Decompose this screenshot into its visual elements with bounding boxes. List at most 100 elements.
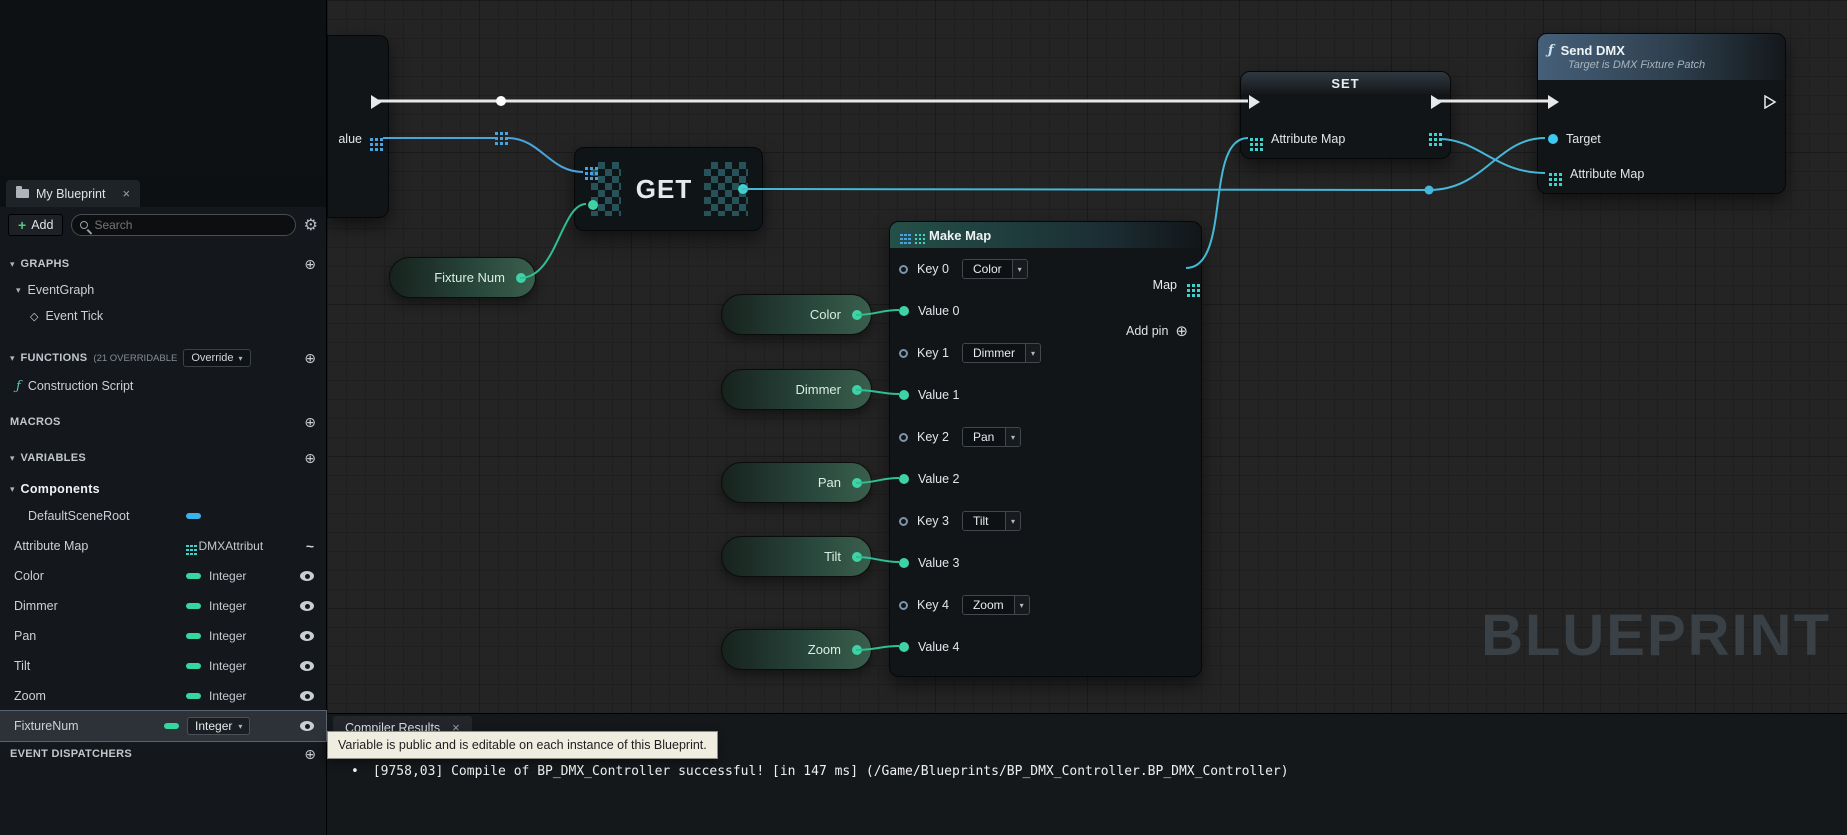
output-pin[interactable] [852, 478, 862, 488]
visibility-eye-icon[interactable] [300, 661, 314, 671]
add-event-dispatcher-button[interactable]: ⊕ [304, 746, 316, 763]
variable-row-fixturenum[interactable]: FixtureNum Integer ▾ [0, 711, 326, 741]
key-input-pin[interactable] [899, 601, 908, 610]
key-enum-dropdown[interactable]: Dimmer ▾ [962, 343, 1041, 363]
variable-row-zoom[interactable]: Zoom Integer [0, 681, 326, 711]
components-category-header[interactable]: ▾ Components [0, 477, 326, 501]
output-pin[interactable] [852, 385, 862, 395]
add-variable-button[interactable]: ⊕ [304, 450, 316, 467]
reroute-struct-pin[interactable] [495, 132, 498, 135]
add-pin-button[interactable]: Add pin ⊕ [1126, 322, 1188, 340]
exec-in-pin[interactable] [1548, 95, 1559, 109]
sidebar-item-construction-script[interactable]: ƒ Construction Script [0, 373, 326, 399]
attribute-map-input[interactable]: Attribute Map [1250, 131, 1345, 147]
collapse-arrow-icon[interactable]: ▾ [16, 285, 21, 296]
value-out-pin[interactable]: alue [338, 131, 383, 147]
variable-row-color[interactable]: Color Integer [0, 561, 326, 591]
key-enum-dropdown[interactable]: Pan ▾ [962, 427, 1021, 447]
output-pin[interactable] [852, 310, 862, 320]
add-graph-button[interactable]: ⊕ [304, 256, 316, 273]
tab-my-blueprint[interactable]: My Blueprint × [6, 180, 140, 207]
component-row-defaultsceneroot[interactable]: DefaultSceneRoot [0, 501, 326, 531]
variable-row-dimmer[interactable]: Dimmer Integer [0, 591, 326, 621]
variable-row-attribute-map[interactable]: Attribute Map DMXAttribut ~ [0, 531, 326, 561]
send-dmx-node[interactable]: ƒ Send DMX Target is DMX Fixture Patch T… [1537, 33, 1786, 194]
value-input-pin[interactable] [899, 474, 909, 484]
exec-in-pin[interactable] [1249, 95, 1260, 109]
macros-section-header[interactable]: MACROS ⊕ [0, 409, 326, 435]
key-input-pin[interactable] [899, 433, 908, 442]
collapse-arrow-icon[interactable]: ▾ [10, 484, 15, 495]
map-input-pin[interactable] [1250, 138, 1253, 141]
visibility-eye-icon[interactable] [300, 691, 314, 701]
array-get-node[interactable]: GET [574, 147, 763, 231]
value-input-pin[interactable] [899, 642, 909, 652]
output-pin[interactable] [852, 552, 862, 562]
add-button[interactable]: + Add [8, 214, 63, 236]
key-enum-dropdown[interactable]: Zoom ▾ [962, 595, 1030, 615]
map-output-pin[interactable] [1429, 133, 1432, 136]
map-output[interactable]: Map [1153, 278, 1190, 292]
add-function-button[interactable]: ⊕ [304, 350, 316, 367]
variable-node-zoom[interactable]: Zoom [721, 629, 872, 670]
output-pin[interactable] [852, 645, 862, 655]
exec-out-pin[interactable] [1431, 95, 1442, 109]
plus-icon: + [18, 220, 26, 230]
add-macro-button[interactable]: ⊕ [304, 414, 316, 431]
key-input-pin[interactable] [899, 265, 908, 274]
index-input-pin[interactable] [588, 200, 598, 210]
value-input-pin[interactable] [899, 390, 909, 400]
variable-node-pan[interactable]: Pan [721, 462, 872, 503]
element-output-pin[interactable] [738, 184, 748, 194]
key-input-pin[interactable] [899, 349, 908, 358]
close-icon[interactable]: × [122, 186, 130, 201]
event-dispatchers-section-header[interactable]: EVENT DISPATCHERS ⊕ [0, 741, 326, 767]
value-input-pin[interactable] [899, 558, 909, 568]
visibility-eye-icon[interactable] [300, 721, 314, 731]
array-input-pin[interactable] [585, 167, 588, 170]
sidebar-item-event-tick[interactable]: ◇ Event Tick [0, 303, 326, 329]
log-bullet-icon: • [351, 764, 359, 779]
visibility-eye-icon[interactable] [300, 571, 314, 581]
variable-row-pan[interactable]: Pan Integer [0, 621, 326, 651]
set-attribute-map-node[interactable]: SET Attribute Map [1240, 71, 1451, 159]
visibility-eye-icon[interactable] [300, 631, 314, 641]
variable-node-tilt[interactable]: Tilt [721, 536, 872, 577]
integer-type-icon [164, 723, 179, 729]
target-input[interactable]: Target [1548, 131, 1601, 147]
object-input-pin[interactable] [1548, 134, 1558, 144]
blueprint-graph-canvas[interactable]: BLUEPRINT alue [327, 0, 1847, 713]
search-box[interactable] [71, 214, 295, 236]
collapse-arrow-icon[interactable]: ▾ [10, 353, 15, 364]
map-output-pin[interactable] [1187, 284, 1190, 287]
attribute-map-input[interactable]: Attribute Map [1549, 166, 1644, 182]
sidebar-item-eventgraph[interactable]: ▾ EventGraph [0, 277, 326, 303]
search-input[interactable] [94, 218, 286, 232]
visibility-eye-icon[interactable] [300, 601, 314, 611]
variable-node-color[interactable]: Color [721, 294, 872, 335]
graphs-section-header[interactable]: ▾ GRAPHS ⊕ [0, 251, 326, 277]
key-input-pin[interactable] [899, 517, 908, 526]
value-input-pin[interactable] [899, 306, 909, 316]
map-input-pin[interactable] [1549, 173, 1552, 176]
clipped-node[interactable]: alue [327, 35, 389, 218]
functions-section-header[interactable]: ▾ FUNCTIONS (21 OVERRIDABLE Override ▾ ⊕ [0, 343, 326, 373]
key-enum-dropdown[interactable]: Tilt ▾ [962, 511, 1021, 531]
variable-node-dimmer[interactable]: Dimmer [721, 369, 872, 410]
collapse-arrow-icon[interactable]: ▾ [10, 453, 15, 464]
settings-gear-icon[interactable]: ⚙ [304, 215, 318, 235]
output-pin[interactable] [516, 273, 526, 283]
map-value-grid-icon [915, 234, 918, 237]
collapse-arrow-icon[interactable]: ▾ [10, 259, 15, 270]
exec-out-pin[interactable] [371, 95, 382, 109]
overridable-count: (21 OVERRIDABLE [93, 353, 177, 364]
key-enum-dropdown[interactable]: Color ▾ [962, 259, 1028, 279]
variables-section-header[interactable]: ▾ VARIABLES ⊕ [0, 445, 326, 471]
struct-grid-pin[interactable] [370, 138, 373, 141]
make-map-node[interactable]: Make Map Key 0 Color ▾ Value 0 Key 1 Dim… [889, 221, 1202, 677]
variable-row-tilt[interactable]: Tilt Integer [0, 651, 326, 681]
variable-node-fixture-num[interactable]: Fixture Num [389, 257, 536, 298]
exec-out-pin-hollow[interactable] [1763, 95, 1777, 109]
override-dropdown[interactable]: Override ▾ [183, 349, 250, 367]
variable-type-dropdown[interactable]: Integer ▾ [187, 717, 250, 735]
